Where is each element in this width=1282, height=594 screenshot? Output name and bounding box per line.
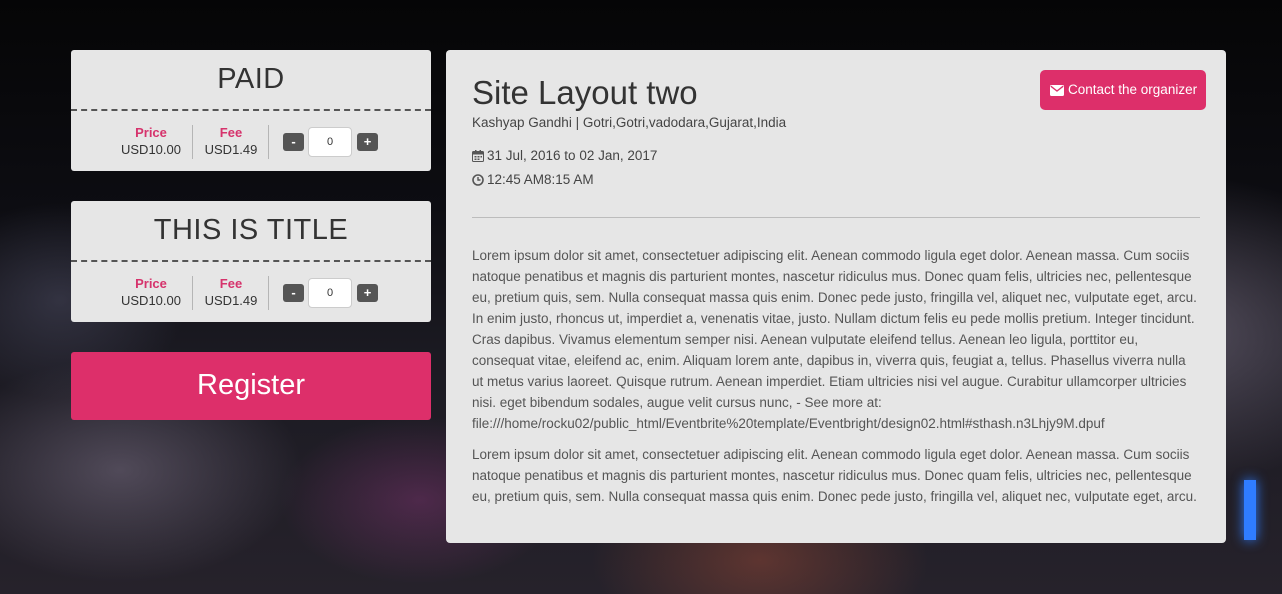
column-divider xyxy=(192,276,193,310)
price-label: Price xyxy=(135,125,167,140)
price-value: USD10.00 xyxy=(121,293,181,308)
event-time: 12:45 AM8:15 AM xyxy=(472,172,594,189)
price-value: USD10.00 xyxy=(121,142,181,157)
increase-quantity-button[interactable]: + xyxy=(357,284,378,302)
event-description-paragraph: Lorem ipsum dolor sit amet, consectetuer… xyxy=(472,248,1197,431)
column-divider xyxy=(268,125,269,159)
contact-organizer-button[interactable]: Contact the organizer xyxy=(1040,70,1206,110)
ticket-title: PAID xyxy=(71,50,431,111)
event-details-card: Site Layout two Kashyap Gandhi | Gotri,G… xyxy=(446,50,1226,543)
quantity-input[interactable]: 0 xyxy=(308,127,352,157)
fee-value: USD1.49 xyxy=(204,142,258,157)
ticket-card-this-is-title: THIS IS TITLE Price USD10.00 Fee USD1.49… xyxy=(71,201,431,322)
envelope-icon xyxy=(1050,85,1064,96)
price-column: Price USD10.00 xyxy=(116,124,186,158)
register-button[interactable]: Register xyxy=(71,352,431,420)
fee-label: Fee xyxy=(219,276,243,291)
increase-quantity-button[interactable]: + xyxy=(357,133,378,151)
contact-organizer-label: Contact the organizer xyxy=(1068,82,1198,97)
event-date-text: 31 Jul, 2016 to 02 Jan, 2017 xyxy=(487,148,658,163)
event-title: Site Layout two xyxy=(472,74,698,111)
event-time-text: 12:45 AM8:15 AM xyxy=(487,172,594,187)
ticket-card-paid: PAID Price USD10.00 Fee USD1.49 - 0 + xyxy=(71,50,431,171)
quantity-input[interactable]: 0 xyxy=(308,278,352,308)
decrease-quantity-button[interactable]: - xyxy=(283,133,304,151)
price-label: Price xyxy=(135,276,167,291)
fee-label: Fee xyxy=(219,125,243,140)
ticket-row: Price USD10.00 Fee USD1.49 - 0 + xyxy=(71,111,431,171)
event-description-paragraph: Lorem ipsum dolor sit amet, consectetuer… xyxy=(472,447,1197,504)
price-column: Price USD10.00 xyxy=(116,275,186,309)
organizer-location: Kashyap Gandhi | Gotri,Gotri,vadodara,Gu… xyxy=(472,115,787,130)
calendar-icon xyxy=(472,150,484,165)
fee-column: Fee USD1.49 xyxy=(196,275,266,309)
decrease-quantity-button[interactable]: - xyxy=(283,284,304,302)
ticket-title: THIS IS TITLE xyxy=(71,201,431,262)
column-divider xyxy=(192,125,193,159)
section-divider xyxy=(472,217,1200,218)
ticket-row: Price USD10.00 Fee USD1.49 - 0 + xyxy=(71,262,431,322)
event-date: 31 Jul, 2016 to 02 Jan, 2017 xyxy=(472,148,657,165)
clock-icon xyxy=(472,174,484,189)
column-divider xyxy=(268,276,269,310)
fee-value: USD1.49 xyxy=(204,293,258,308)
fee-column: Fee USD1.49 xyxy=(196,124,266,158)
